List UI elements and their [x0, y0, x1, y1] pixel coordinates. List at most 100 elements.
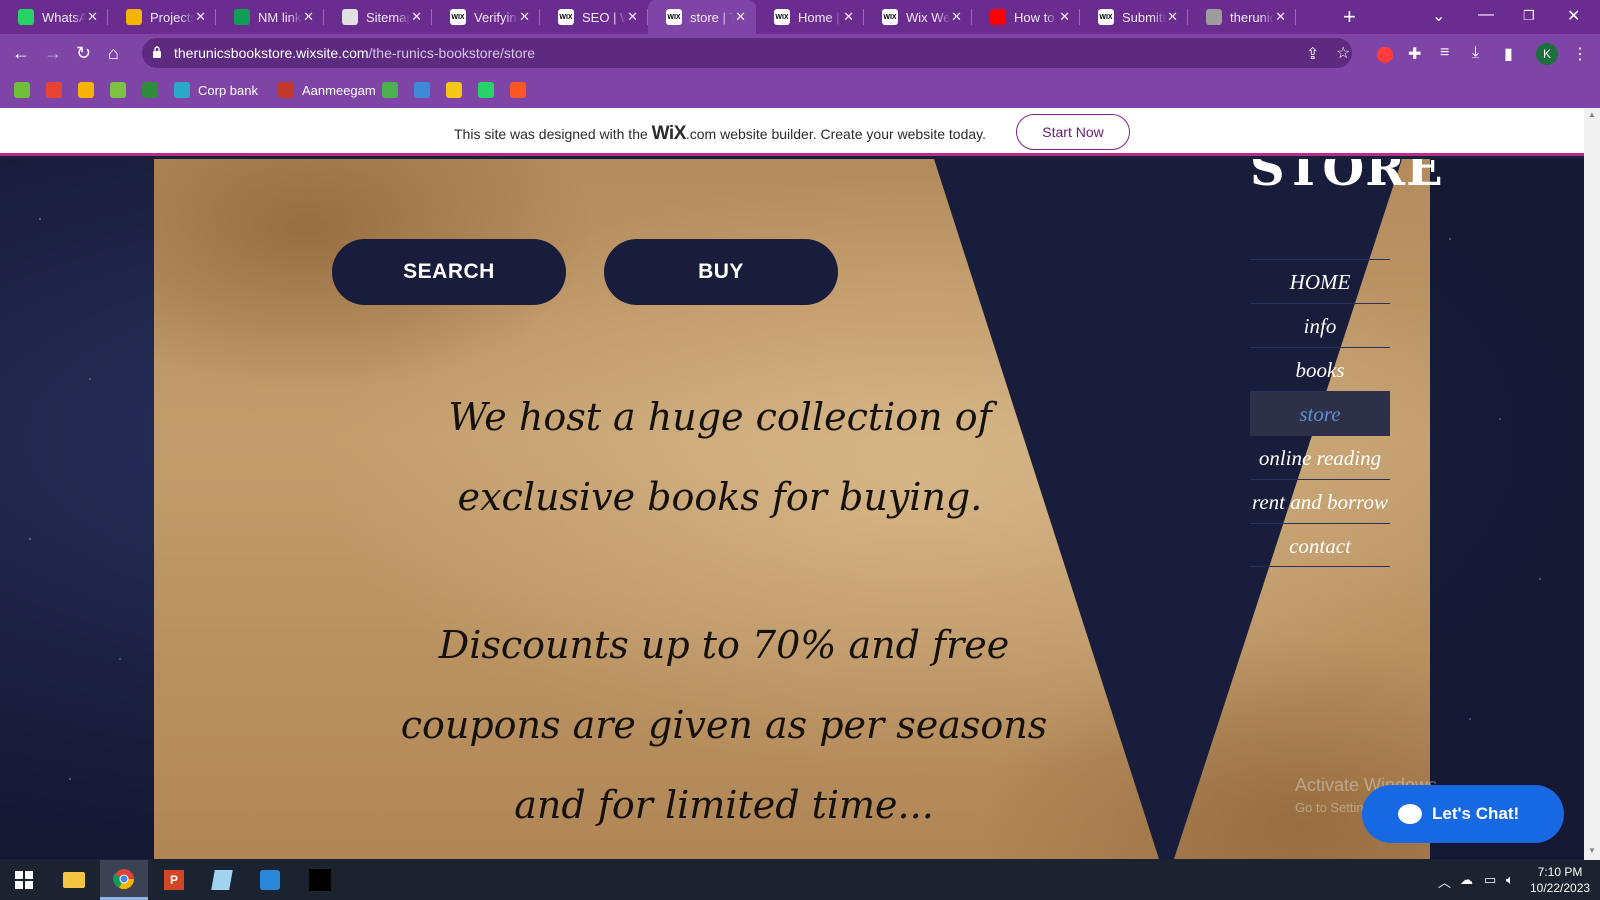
back-icon[interactable]: ← [12, 43, 30, 63]
sparkle-icon [414, 82, 430, 98]
wix-icon: WIX [558, 9, 574, 25]
browser-tab[interactable]: WhatsApp✕ [0, 0, 108, 34]
chat-bubble-icon [1398, 804, 1422, 824]
onedrive-icon[interactable]: ☁ [1460, 872, 1473, 888]
google-drive-icon [126, 9, 142, 25]
bookmark-item[interactable] [14, 82, 38, 98]
nav-item-rent-and-borrow[interactable]: rent and borrow [1250, 479, 1390, 523]
scroll-down-arrow-icon[interactable]: ▼ [1588, 846, 1596, 855]
tab-title: Sitemap [366, 9, 410, 25]
wix-icon: WIX [882, 9, 898, 25]
bookmark-item[interactable]: Corp bank [174, 82, 258, 98]
browser-tab[interactable]: How to ✕ [972, 0, 1080, 34]
bookmark-item[interactable] [414, 82, 438, 98]
wix-icon: WIX [450, 9, 466, 25]
nav-item-home[interactable]: HOME [1250, 259, 1390, 303]
nav-item-online-reading[interactable]: online reading [1250, 435, 1390, 479]
network-icon[interactable]: ▭ [1484, 872, 1496, 888]
extension-red-icon[interactable]: ⬤ [1376, 44, 1394, 64]
tab-separator [1295, 9, 1296, 25]
wix-promo-banner: This site was designed with the WiX.com … [0, 108, 1584, 156]
browser-tab[interactable]: Projects ✕ [108, 0, 216, 34]
profile-avatar[interactable]: K [1536, 43, 1558, 65]
close-tab-icon[interactable]: ✕ [1167, 9, 1178, 25]
close-tab-icon[interactable]: ✕ [627, 9, 638, 25]
google-sheets-icon [234, 9, 250, 25]
close-window-button[interactable]: ✕ [1567, 6, 1580, 26]
menu-kebab-icon[interactable]: ⋮ [1572, 44, 1588, 64]
scroll-up-arrow-icon[interactable]: ▲ [1588, 110, 1596, 119]
browser-tab[interactable]: Sitemap ✕ [324, 0, 432, 34]
close-tab-icon[interactable]: ✕ [303, 9, 314, 25]
tab-title: store | T [690, 9, 734, 25]
tab-title: WhatsApp [42, 9, 86, 25]
windows-start-icon[interactable] [0, 860, 48, 900]
search-button[interactable]: SEARCH [332, 239, 566, 305]
browser-tab[interactable]: WIX Wix We ✕ [864, 0, 972, 34]
terminal-icon[interactable] [296, 860, 344, 900]
chrome-icon[interactable] [100, 860, 148, 900]
browser-tab[interactable]: WIX Submitt ✕ [1080, 0, 1188, 34]
browser-tab[interactable]: WIX SEO | W✕ [540, 0, 648, 34]
close-tab-icon[interactable]: ✕ [843, 9, 854, 25]
bookmark-item[interactable]: Aanmeegam [278, 82, 376, 98]
browser-toolbar: ← → ↻ ⌂ therunicsbookstore.wixsite.com/t… [0, 34, 1600, 72]
close-tab-icon[interactable]: ✕ [735, 9, 746, 25]
tab-search-icon[interactable]: ⌄ [1432, 6, 1445, 26]
bookmark-item[interactable] [510, 82, 534, 98]
close-tab-icon[interactable]: ✕ [411, 9, 422, 25]
browser-tab[interactable]: WIX store | T ✕ [648, 0, 756, 34]
restore-button[interactable]: ❐ [1523, 8, 1535, 24]
bookmark-item[interactable] [446, 82, 470, 98]
notepad-icon[interactable] [198, 860, 246, 900]
wix-icon: WIX [774, 9, 790, 25]
close-tab-icon[interactable]: ✕ [87, 9, 98, 25]
reload-icon[interactable]: ↻ [76, 43, 91, 63]
buy-button[interactable]: BUY [604, 239, 838, 305]
side-panel-icon[interactable]: ▮ [1504, 44, 1513, 64]
browser-tab[interactable]: WIX Home | ✕ [756, 0, 864, 34]
powerpoint-icon[interactable]: P [150, 860, 198, 900]
browser-tab[interactable]: therunic ✕ [1188, 0, 1296, 34]
system-clock[interactable]: 7:10 PM 10/22/2023 [1530, 864, 1590, 896]
address-bar[interactable]: therunicsbookstore.wixsite.com/the-runic… [142, 38, 1352, 68]
bookmark-item[interactable] [478, 82, 502, 98]
download-icon[interactable]: ⤓ [1472, 44, 1479, 62]
share-icon[interactable]: ⇪ [1306, 44, 1319, 64]
volume-icon[interactable]: 🔈︎ [1506, 872, 1514, 888]
bookmark-item[interactable] [382, 82, 406, 98]
forward-icon[interactable]: → [44, 43, 62, 63]
close-tab-icon[interactable]: ✕ [951, 9, 962, 25]
close-tab-icon[interactable]: ✕ [1275, 9, 1286, 25]
bookmark-item[interactable] [142, 82, 166, 98]
wix-logo: WiX [651, 123, 687, 144]
bookmark-star-icon[interactable]: ☆ [1336, 43, 1350, 63]
tray-overflow-icon[interactable]: ︿ [1438, 872, 1451, 891]
nav-item-contact[interactable]: contact [1250, 523, 1390, 567]
start-now-button[interactable]: Start Now [1016, 114, 1130, 150]
tagline-collection: We host a huge collection of exclusive b… [448, 395, 992, 519]
browser-tab[interactable]: WIX Verifying✕ [432, 0, 540, 34]
nav-item-books[interactable]: books [1250, 347, 1390, 391]
bookmark-item[interactable] [46, 82, 70, 98]
tab-title: Wix We [906, 9, 950, 25]
nav-item-info[interactable]: info [1250, 303, 1390, 347]
file-explorer-icon[interactable] [50, 860, 98, 900]
nav-item-store[interactable]: store [1250, 391, 1390, 435]
browser-tab[interactable]: NM link ✕ [216, 0, 324, 34]
extensions-puzzle-icon[interactable]: ✚ [1408, 44, 1421, 64]
close-tab-icon[interactable]: ✕ [519, 9, 530, 25]
page-scrollbar[interactable]: ▲ ▼ [1584, 108, 1600, 860]
media-queue-icon[interactable]: ≡ [1440, 44, 1449, 62]
photos-icon[interactable] [246, 860, 294, 900]
close-tab-icon[interactable]: ✕ [1059, 9, 1070, 25]
bookmark-item[interactable] [110, 82, 134, 98]
tab-title: therunic [1230, 9, 1274, 25]
lets-chat-button[interactable]: Let's Chat! [1362, 785, 1564, 843]
bookmark-item[interactable] [78, 82, 102, 98]
close-tab-icon[interactable]: ✕ [195, 9, 206, 25]
home-icon[interactable]: ⌂ [108, 43, 119, 63]
gmail-icon [46, 82, 62, 98]
minimize-button[interactable]: — [1478, 6, 1494, 24]
new-tab-button[interactable]: + [1343, 4, 1356, 30]
